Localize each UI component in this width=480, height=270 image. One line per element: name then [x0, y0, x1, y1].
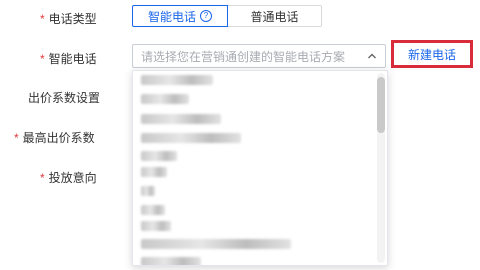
- intent-label: * 投放意向: [40, 169, 97, 186]
- dropdown-option[interactable]: [141, 114, 221, 124]
- call-type-segmented: 智能电话 ? 普通电话: [132, 5, 322, 27]
- smart-call-select[interactable]: 请选择您在营销通创建的智能电话方案: [132, 44, 386, 68]
- required-asterisk: *: [40, 171, 45, 185]
- dropdown-option[interactable]: [141, 257, 201, 265]
- dropdown-scrollbar[interactable]: [377, 73, 385, 263]
- required-asterisk: *: [14, 131, 19, 145]
- dropdown-option[interactable]: [141, 94, 189, 104]
- smart-call-label: * 智能电话: [40, 50, 97, 67]
- bid-coefficient-label-text: 出价系数设置: [28, 91, 101, 105]
- smart-call-select-placeholder: 请选择您在营销通创建的智能电话方案: [141, 49, 346, 64]
- smart-call-option[interactable]: 智能电话 ?: [132, 5, 228, 27]
- call-type-label: * 电话类型: [40, 10, 97, 27]
- bid-coefficient-label: 出价系数设置: [28, 89, 100, 106]
- smart-call-option-label: 智能电话: [147, 9, 196, 24]
- dropdown-option[interactable]: [141, 151, 177, 161]
- normal-call-option[interactable]: 普通电话: [228, 5, 322, 27]
- smart-call-label-text: 智能电话: [48, 52, 97, 66]
- dropdown-option[interactable]: [141, 239, 291, 249]
- dropdown-option[interactable]: [141, 205, 165, 215]
- new-call-button[interactable]: 新建电话: [391, 40, 473, 68]
- normal-call-option-label: 普通电话: [250, 9, 299, 24]
- required-asterisk: *: [40, 12, 45, 26]
- smart-call-dropdown: [132, 70, 388, 266]
- dropdown-option[interactable]: [141, 133, 241, 143]
- max-bid-coefficient-label: * 最高出价系数: [14, 129, 95, 146]
- max-bid-coefficient-label-text: 最高出价系数: [22, 131, 95, 145]
- dropdown-option[interactable]: [141, 167, 167, 177]
- required-asterisk: *: [40, 52, 45, 66]
- call-type-label-text: 电话类型: [48, 12, 97, 26]
- scrollbar-thumb[interactable]: [377, 77, 385, 133]
- dropdown-option[interactable]: [141, 186, 155, 196]
- dropdown-option[interactable]: [141, 75, 213, 85]
- question-circle-icon[interactable]: ?: [200, 10, 212, 22]
- intent-label-text: 投放意向: [48, 171, 97, 185]
- chevron-up-icon: [368, 53, 376, 59]
- dropdown-option[interactable]: [141, 221, 171, 231]
- new-call-button-label: 新建电话: [407, 47, 456, 62]
